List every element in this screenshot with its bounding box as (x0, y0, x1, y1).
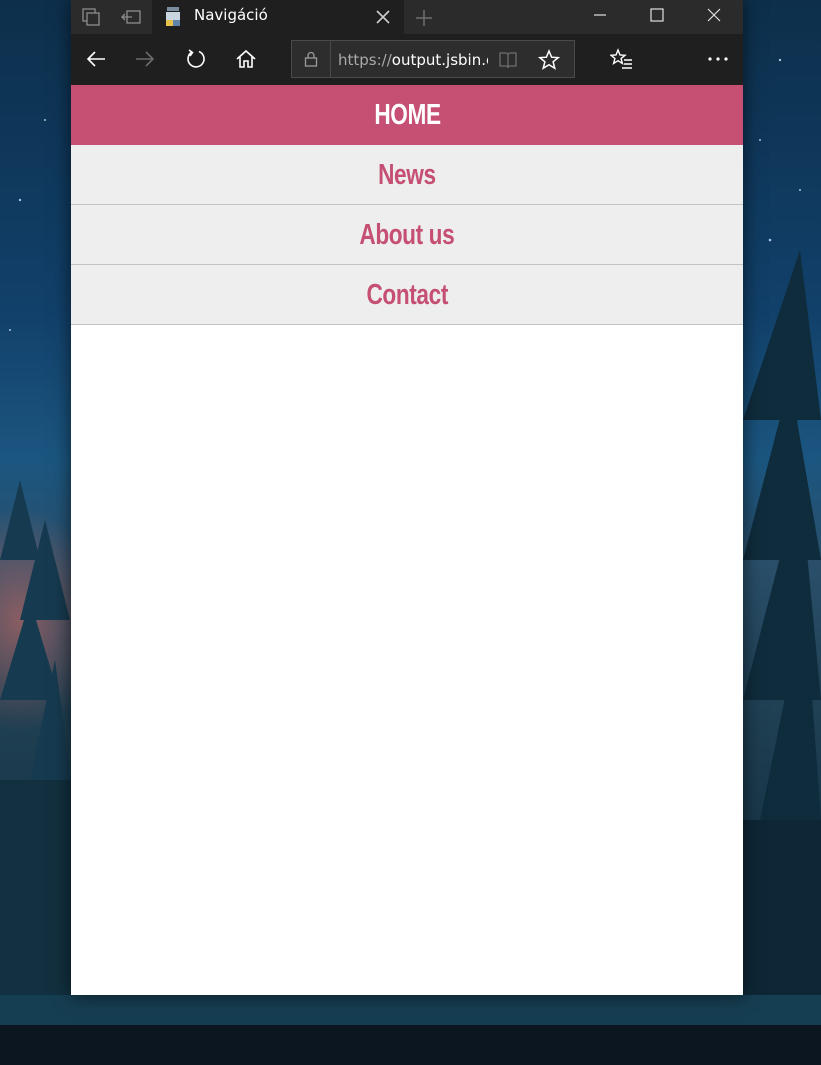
minimize-icon[interactable] (572, 0, 628, 30)
page-content: HOME News About us Contact (71, 85, 743, 995)
title-bar: Navigáció (71, 0, 743, 34)
favorites-list-icon[interactable] (609, 46, 635, 72)
menu-item-label: HOME (373, 99, 441, 131)
address-divider (330, 41, 331, 77)
set-aside-tabs-icon[interactable] (119, 5, 143, 29)
tab-manager-icon[interactable] (79, 5, 103, 29)
tab-title: Navigáció (194, 6, 268, 24)
browser-tab[interactable]: Navigáció (152, 0, 404, 34)
menu-item-news[interactable]: News (71, 145, 743, 205)
menu-item-label: News (378, 159, 436, 191)
url-host: output.jsbin.c (391, 51, 488, 69)
menu-item-home[interactable]: HOME (71, 85, 743, 145)
menu-item-contact[interactable]: Contact (71, 265, 743, 325)
navigation-bar: https://output.jsbin.c (71, 34, 743, 85)
maximize-icon[interactable] (629, 0, 685, 30)
browser-window: Navigáció https://output.jsbin.c HOME Ne… (71, 0, 743, 995)
taskbar (0, 1025, 821, 1065)
back-icon[interactable] (83, 46, 109, 72)
close-window-icon[interactable] (686, 0, 742, 30)
menu-item-about-us[interactable]: About us (71, 205, 743, 265)
url-text[interactable]: https://output.jsbin.c (338, 41, 488, 79)
menu-item-label: About us (359, 219, 455, 251)
forward-icon[interactable] (132, 46, 158, 72)
reading-view-icon[interactable] (498, 50, 518, 70)
refresh-icon[interactable] (183, 46, 209, 72)
jsbin-favicon-icon (165, 7, 181, 27)
lock-icon[interactable] (302, 50, 320, 68)
home-icon[interactable] (233, 46, 259, 72)
url-protocol: https:// (338, 51, 392, 69)
favorite-star-icon[interactable] (537, 49, 561, 71)
nav-menu: HOME News About us Contact (71, 85, 743, 325)
more-icon[interactable] (705, 46, 731, 72)
new-tab-icon[interactable] (412, 6, 436, 30)
close-icon[interactable] (372, 6, 394, 28)
address-bar[interactable]: https://output.jsbin.c (291, 40, 575, 78)
menu-item-label: Contact (366, 279, 448, 311)
